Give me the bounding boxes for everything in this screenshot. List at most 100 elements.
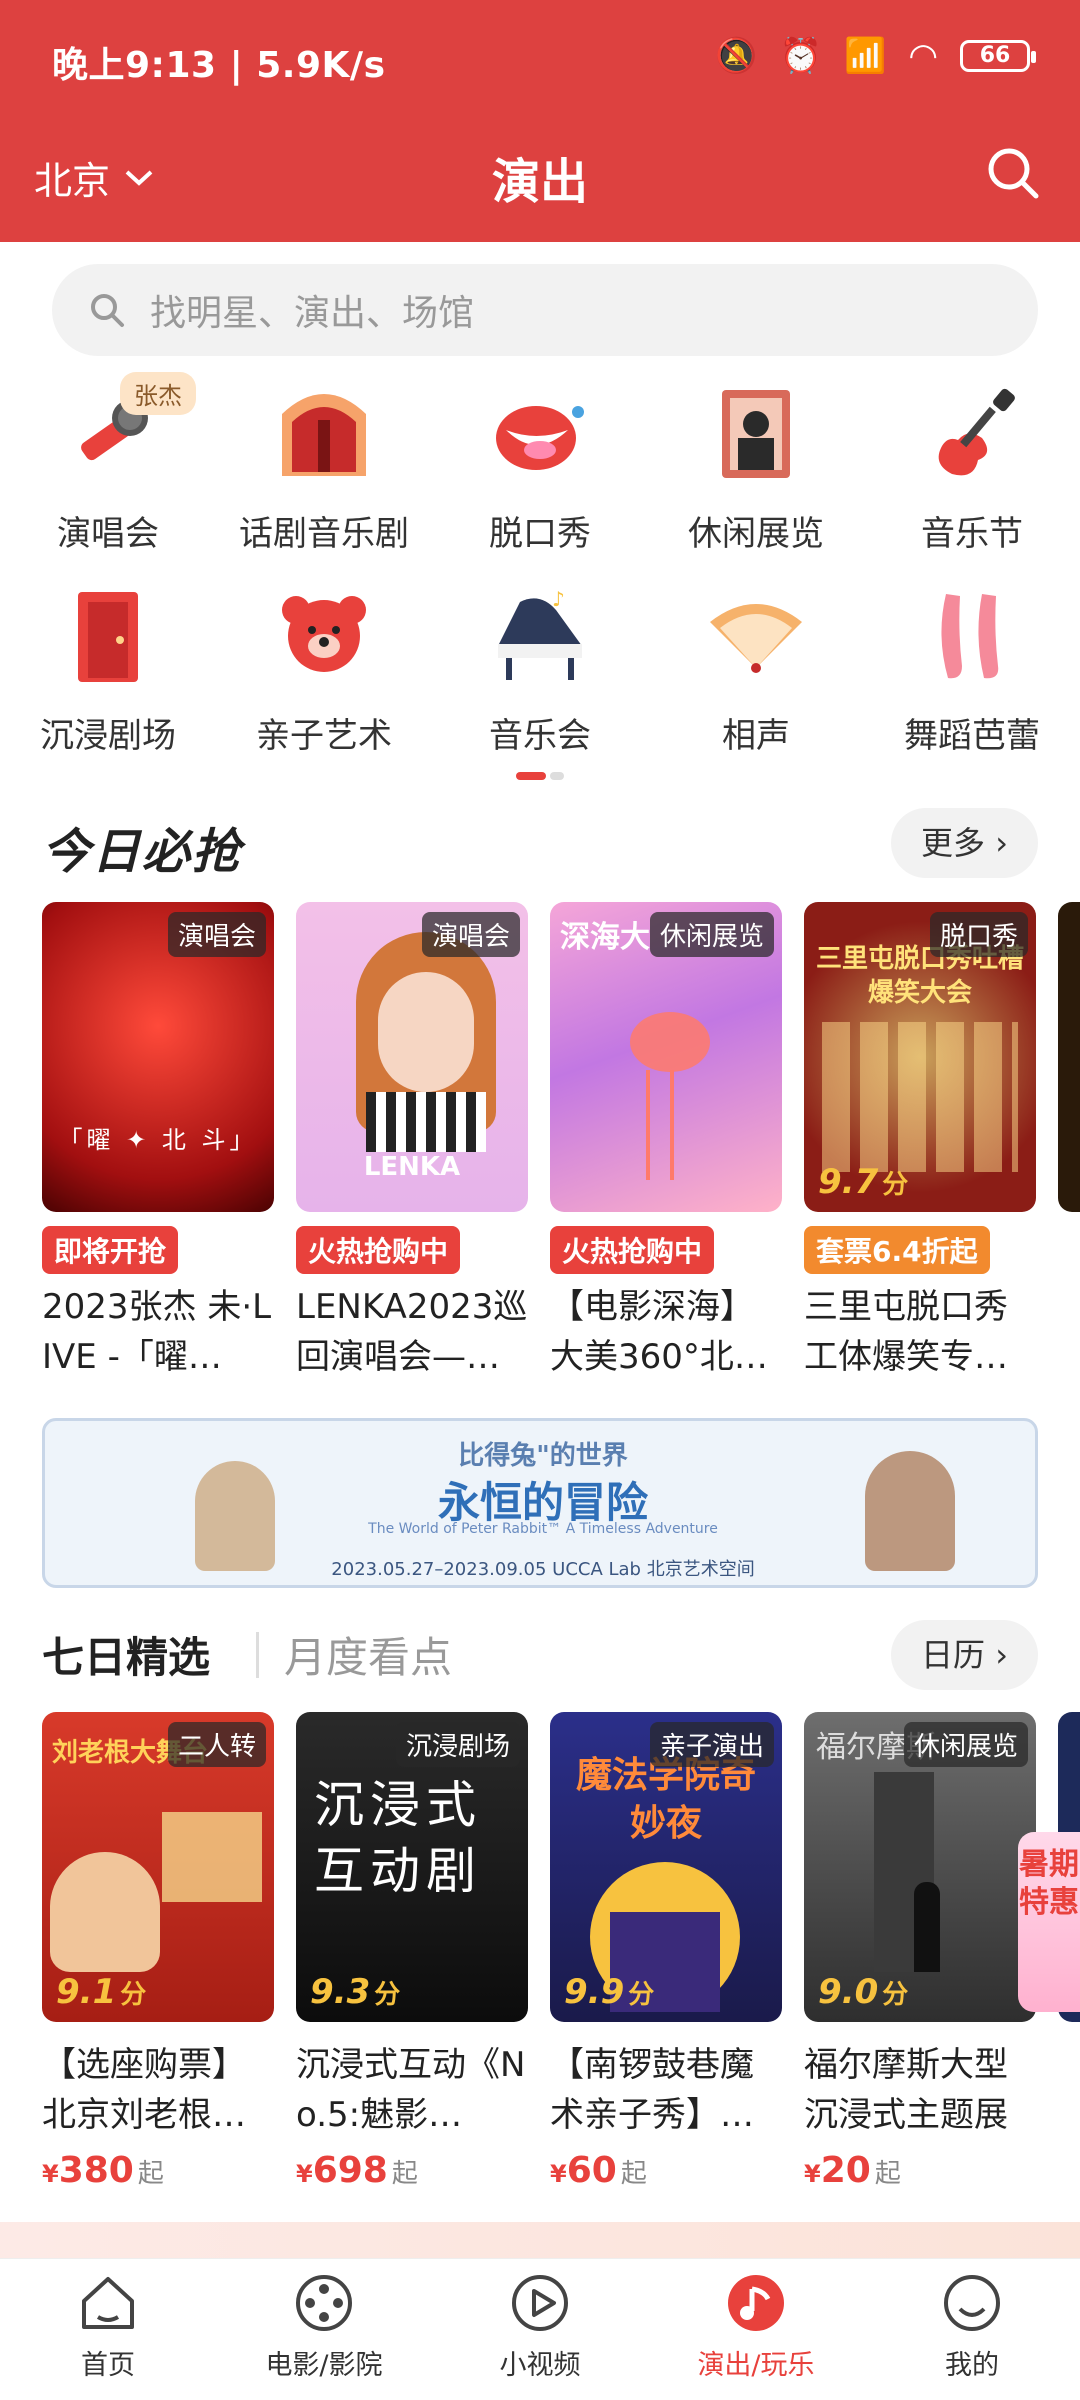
profile-icon: [944, 2275, 1000, 2331]
section-title-today: 今日必抢: [42, 824, 243, 880]
sale-status-badge: 套票6.4折起: [804, 1226, 990, 1274]
category-music-festival[interactable]: 音乐节: [872, 380, 1072, 555]
piano-icon: ♪: [486, 582, 594, 690]
bear-icon: [270, 582, 378, 690]
event-poster: 魔法学院奇妙夜 亲子演出 9.9 分: [550, 1712, 782, 2022]
sale-status-badge: 火热抢购中: [296, 1226, 461, 1274]
category-tag: 脱口秀: [929, 912, 1028, 957]
calendar-button[interactable]: 日历 ›: [891, 1620, 1038, 1690]
ballet-shoes-icon: [918, 582, 1026, 690]
price: ¥20 起: [804, 2150, 901, 2191]
category-label: 脱口秀: [489, 514, 591, 554]
more-button[interactable]: 更多 ›: [891, 808, 1038, 878]
next-card-peek[interactable]: [1058, 902, 1080, 1212]
mona-lisa-frame-icon: [702, 380, 810, 488]
event-poster: 演唱会 「曜 ✦ 北 斗」: [42, 902, 274, 1212]
category-crosstalk[interactable]: 相声: [656, 582, 856, 757]
weekly-card[interactable]: 刘老根大舞台 二人转 9.1 分 【选座购票】北京刘老根… ¥380 起: [42, 1712, 274, 2191]
nav-movies[interactable]: 电影/影院: [224, 2271, 424, 2382]
category-tag: 休闲展览: [903, 1722, 1028, 1767]
bottom-nav: 首页 电影/影院 小视频 演出/玩乐 我的: [0, 2258, 1080, 2400]
tab-monthly[interactable]: 月度看点: [284, 1624, 452, 1685]
event-title: 【南锣鼓巷魔术亲子秀】…: [550, 2045, 754, 2135]
category-talk-show[interactable]: 脱口秀: [440, 380, 640, 555]
event-title: 【选座购票】北京刘老根…: [42, 2045, 246, 2135]
event-poster: 演唱会 LENKA: [296, 902, 528, 1212]
wifi-icon: ◠: [908, 36, 938, 76]
category-tag: 演唱会: [421, 912, 520, 957]
weekly-card[interactable]: 福尔摩斯 休闲展览 9.0 分 福尔摩斯大型沉浸式主题展 ¥20 起: [804, 1712, 1036, 2191]
category-label: 音乐节: [921, 514, 1023, 554]
category-label: 演唱会: [57, 514, 159, 554]
more-label: 更多: [921, 824, 986, 862]
category-label: 话剧音乐剧: [239, 514, 409, 554]
nav-home[interactable]: 首页: [8, 2271, 208, 2382]
nav-shows[interactable]: 演出/玩乐: [656, 2271, 856, 2382]
today-card[interactable]: 三里屯脱口秀吐槽爆笑大会 脱口秀 9.7 分 套票6.4折起 三里屯脱口秀工体爆笑…: [804, 902, 1036, 1382]
rating-score: 9.9 分: [564, 1972, 655, 2012]
poster-text: 深海大: [560, 920, 650, 955]
category-tag: 亲子演出: [649, 1722, 774, 1767]
category-tag: 休闲展览: [649, 912, 774, 957]
search-icon: [91, 294, 124, 327]
film-reel-icon: [296, 2275, 352, 2331]
category-concert[interactable]: 张杰 演唱会: [8, 372, 208, 555]
status-time: 晚上9:13 | 5.9K/s: [52, 45, 386, 86]
summer-deal-tab[interactable]: 暑期特惠: [1018, 1832, 1080, 2012]
category-label: 休闲展览: [688, 514, 824, 554]
door-icon: [54, 582, 162, 690]
rating-score: 9.3 分: [310, 1972, 401, 2012]
promo-banner[interactable]: 比得兔"的世界 永恒的冒险 The World of Peter Rabbit™…: [42, 1418, 1038, 1588]
price: ¥60 起: [550, 2150, 647, 2191]
event-poster: 福尔摩斯 休闲展览 9.0 分: [804, 1712, 1036, 2022]
category-immersive-theater[interactable]: 沉浸剧场: [8, 582, 208, 757]
nav-label: 小视频: [499, 2350, 581, 2381]
sale-status-badge: 即将开抢: [42, 1226, 179, 1274]
event-poster: 沉浸式互动剧 沉浸剧场 9.3 分: [296, 1712, 528, 2022]
battery-icon: 66: [960, 40, 1036, 72]
today-card[interactable]: 演唱会 「曜 ✦ 北 斗」 即将开抢 2023张杰 未·LIVE -「曜…: [42, 902, 274, 1382]
rating-score: 9.7 分: [818, 1162, 909, 1202]
category-kids-art[interactable]: 亲子艺术: [224, 582, 424, 757]
svg-text:♪: ♪: [552, 587, 565, 611]
nav-short-video[interactable]: 小视频: [440, 2271, 640, 2382]
event-title: 福尔摩斯大型沉浸式主题展: [804, 2045, 1008, 2135]
event-title: 2023张杰 未·LIVE -「曜…: [42, 1287, 272, 1377]
nav-label: 首页: [81, 2350, 135, 2381]
today-card[interactable]: 演唱会 LENKA 火热抢购中 LENKA2023巡回演唱会—…: [296, 902, 528, 1382]
event-poster: 刘老根大舞台 二人转 9.1 分: [42, 1712, 274, 2022]
search-icon[interactable]: [984, 144, 1042, 202]
weekly-card[interactable]: 沉浸式互动剧 沉浸剧场 9.3 分 沉浸式互动《No.5:魅影… ¥698 起: [296, 1712, 528, 2191]
top-header: 晚上9:13 | 5.9K/s 🔕 ⏰ 📶 ◠ 66 北京 演出: [0, 0, 1080, 242]
category-exhibition[interactable]: 休闲展览: [656, 380, 856, 555]
category-tag: 沉浸剧场: [395, 1722, 520, 1767]
rating-score: 9.1 分: [56, 1972, 147, 2012]
stage-curtain-icon: [270, 380, 378, 488]
event-poster: 深海大 休闲展览: [550, 902, 782, 1212]
category-classical-concert[interactable]: ♪ 音乐会: [440, 582, 640, 757]
nav-profile[interactable]: 我的: [872, 2271, 1072, 2382]
banner-subtitle: 比得兔"的世界: [458, 1441, 628, 1471]
nav-label: 电影/影院: [265, 2350, 383, 2381]
category-badge: 张杰: [120, 372, 196, 415]
category-label: 舞蹈芭蕾: [904, 716, 1040, 756]
weekly-card[interactable]: 魔法学院奇妙夜 亲子演出 9.9 分 【南锣鼓巷魔术亲子秀】… ¥60 起: [550, 1712, 782, 2191]
category-dance-ballet[interactable]: 舞蹈芭蕾: [872, 582, 1072, 757]
category-tag: 二人转: [167, 1722, 266, 1767]
price: ¥380 起: [42, 2150, 164, 2191]
calendar-label: 日历: [921, 1636, 986, 1674]
mouth-icon: [486, 380, 594, 488]
category-drama-musical[interactable]: 话剧音乐剧: [224, 380, 424, 555]
today-card[interactable]: 深海大 休闲展览 火热抢购中 【电影深海】大美360°北…: [550, 902, 782, 1382]
search-placeholder: 找明星、演出、场馆: [150, 293, 475, 334]
banner-date: 2023.05.27–2023.09.05 UCCA Lab 北京艺术空间: [331, 1559, 755, 1580]
event-poster: 三里屯脱口秀吐槽爆笑大会 脱口秀 9.7 分: [804, 902, 1036, 1212]
search-input[interactable]: 找明星、演出、场馆: [52, 264, 1038, 356]
poster-text: 沉浸式互动剧: [314, 1776, 482, 1900]
tab-seven-day[interactable]: 七日精选: [42, 1624, 210, 1685]
category-label: 音乐会: [489, 716, 591, 756]
home-icon: [82, 2277, 134, 2329]
electric-guitar-icon: [918, 380, 1026, 488]
sale-status-badge: 火热抢购中: [550, 1226, 715, 1274]
page-indicator: [516, 772, 564, 780]
